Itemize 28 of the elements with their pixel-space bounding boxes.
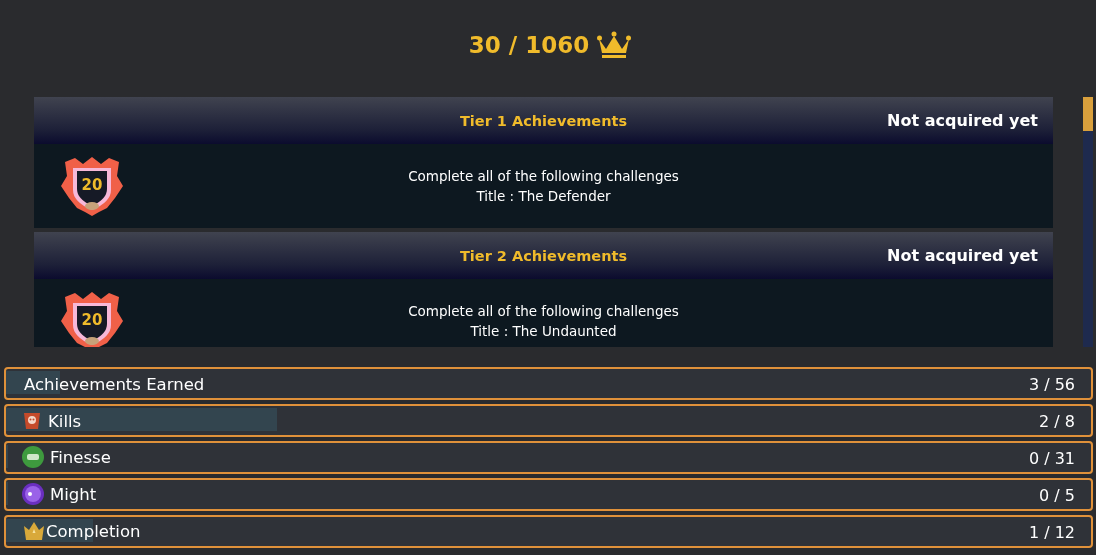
tier-description: Complete all of the following challenges xyxy=(408,168,679,184)
tier-status: Not acquired yet xyxy=(887,111,1038,130)
stat-count: 1 / 12 xyxy=(1028,523,1075,542)
stat-label: Finesse xyxy=(50,447,111,467)
tier-title: Tier 2 Achievements xyxy=(459,247,628,264)
crown-badge-icon xyxy=(22,520,46,542)
tier-status: Not acquired yet xyxy=(887,246,1038,265)
scrollbar[interactable] xyxy=(1083,97,1093,347)
score-total: 30 / 1060 xyxy=(468,31,590,58)
tier-description: Complete all of the following challenges xyxy=(408,303,679,319)
scroll-thumb[interactable] xyxy=(1083,97,1093,131)
stat-label: Might xyxy=(50,484,97,504)
tier-reward: Title : The Undaunted xyxy=(470,323,617,339)
stat-count: 3 / 56 xyxy=(1028,375,1075,394)
stat-label: Achievements Earned xyxy=(24,375,205,394)
stat-count: 0 / 5 xyxy=(1039,486,1075,505)
stat-label: Kills xyxy=(48,411,82,431)
tier-reward: Title : The Defender xyxy=(476,188,611,204)
stat-label: Completion xyxy=(46,521,141,541)
crown-icon xyxy=(597,30,632,59)
skull-shield-icon xyxy=(22,411,42,431)
stat-count: 2 / 8 xyxy=(1039,412,1075,431)
stat-count: 0 / 31 xyxy=(1028,449,1075,468)
rank-badge: 20 xyxy=(59,291,125,347)
tier-title: Tier 1 Achievements xyxy=(459,112,628,129)
rank-badge: 20 xyxy=(59,156,125,216)
orb-icon xyxy=(22,483,44,505)
gamepad-orb-icon xyxy=(22,446,44,468)
